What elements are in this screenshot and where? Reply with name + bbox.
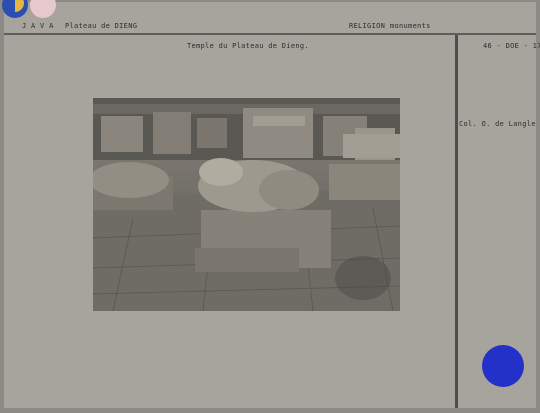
blue-marker-dot (482, 345, 524, 387)
temple-photo-image (93, 98, 400, 311)
header-site: Plateau de DIENG (65, 22, 138, 30)
badge-blue-yellow (2, 0, 28, 18)
header-category: RELIGION (349, 22, 386, 30)
collection-credit: Col. O. de Langle (459, 120, 536, 128)
header-location: J A V A (22, 22, 54, 30)
reference-number: 46 - DOE - 17 (483, 42, 540, 50)
badge-pink (30, 0, 56, 18)
photo-title: Temple du Plateau de Dieng. (187, 42, 309, 50)
column-divider (455, 35, 458, 408)
archive-card: J A V A Plateau de DIENG RELIGION monume… (2, 0, 540, 408)
header-subcategory: monuments (390, 22, 431, 30)
temple-photograph (93, 98, 400, 311)
